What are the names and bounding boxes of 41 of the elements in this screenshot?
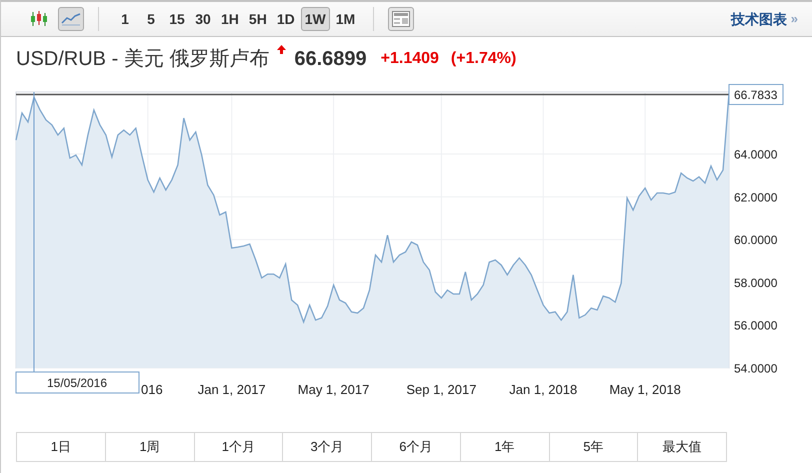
range-button[interactable]: 最大值 bbox=[638, 433, 727, 462]
range-button[interactable]: 3个月 bbox=[283, 433, 372, 462]
price-change-percent: (+1.74%) bbox=[450, 48, 516, 68]
range-button[interactable]: 1个月 bbox=[194, 433, 284, 462]
current-price-label: 66.7833 bbox=[728, 84, 784, 105]
instrument-name: USD/RUB - 美元 俄罗斯卢布 bbox=[16, 46, 270, 72]
line-chart-icon bbox=[61, 12, 81, 26]
range-button[interactable]: 1年 bbox=[460, 433, 550, 462]
x-axis-label: Jan 1, 2017 bbox=[198, 382, 266, 397]
price-change: +1.1409 bbox=[380, 48, 439, 68]
interval-button[interactable]: 1H bbox=[217, 7, 243, 31]
x-axis-label: 016 bbox=[141, 382, 163, 397]
technical-chart-link[interactable]: 技术图表 » bbox=[730, 8, 798, 30]
range-button[interactable]: 1日 bbox=[17, 433, 106, 462]
interval-button[interactable]: 5 bbox=[139, 7, 163, 31]
interval-button[interactable]: 5H bbox=[244, 7, 271, 31]
interval-button[interactable]: 15 bbox=[165, 7, 189, 31]
date-tooltip: 15/05/2016 bbox=[16, 372, 140, 394]
interval-button[interactable]: 1M bbox=[332, 7, 360, 31]
range-button[interactable]: 5年 bbox=[550, 433, 638, 462]
interval-button[interactable]: 1D bbox=[272, 7, 299, 31]
y-axis-label: 62.0000 bbox=[734, 190, 778, 204]
layout-button[interactable] bbox=[388, 7, 414, 31]
y-axis-label: 54.0000 bbox=[734, 362, 778, 376]
x-axis-label: Sep 1, 2017 bbox=[406, 382, 476, 397]
price: 66.6899 bbox=[294, 46, 367, 72]
layout-icon bbox=[392, 11, 410, 27]
candlestick-icon bbox=[30, 11, 48, 27]
interval-button[interactable]: 1W bbox=[300, 7, 330, 31]
x-axis-label: Jan 1, 2018 bbox=[509, 382, 578, 397]
y-axis-label: 60.0000 bbox=[734, 233, 778, 248]
range-button[interactable]: 1周 bbox=[106, 433, 194, 462]
interval-button[interactable]: 1 bbox=[113, 7, 137, 31]
range-button[interactable]: 6个月 bbox=[372, 433, 461, 462]
chart-type-button[interactable] bbox=[58, 7, 84, 31]
interval-button[interactable]: 30 bbox=[191, 7, 215, 31]
y-axis-label: 58.0000 bbox=[734, 276, 778, 290]
y-axis-label: 64.0000 bbox=[734, 148, 778, 162]
x-axis-label: May 1, 2018 bbox=[609, 382, 681, 397]
x-axis-label: May 1, 2017 bbox=[298, 382, 370, 397]
y-axis-label: 56.0000 bbox=[734, 318, 778, 333]
